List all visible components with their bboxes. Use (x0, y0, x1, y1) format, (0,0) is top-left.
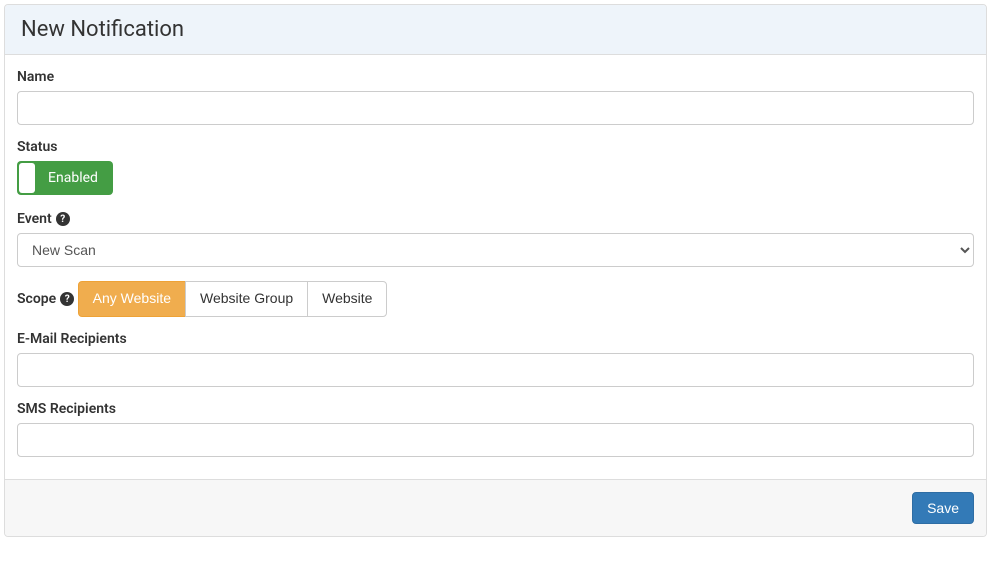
event-select[interactable]: New Scan (17, 233, 974, 267)
email-label: E-Mail Recipients (17, 331, 974, 347)
scope-group: Scope ? Any Website Website Group Websit… (17, 281, 974, 317)
email-input[interactable] (17, 353, 974, 387)
toggle-handle (19, 163, 35, 193)
scope-label-row: Scope ? (17, 291, 74, 307)
toggle-enabled-label: Enabled (37, 170, 113, 186)
sms-label: SMS Recipients (17, 401, 974, 417)
name-label: Name (17, 69, 974, 85)
event-group: Event ? New Scan (17, 211, 974, 267)
event-label-row: Event ? (17, 211, 70, 227)
email-group: E-Mail Recipients (17, 331, 974, 387)
panel-body: Name Status Enabled Event ? New Scan Sco… (5, 55, 986, 479)
name-input[interactable] (17, 91, 974, 125)
name-group: Name (17, 69, 974, 125)
status-toggle[interactable]: Enabled (17, 161, 113, 195)
scope-website-group-button[interactable]: Website Group (185, 281, 308, 317)
sms-group: SMS Recipients (17, 401, 974, 457)
event-label: Event (17, 211, 52, 227)
sms-input[interactable] (17, 423, 974, 457)
scope-any-website-button[interactable]: Any Website (78, 281, 186, 317)
panel-footer: Save (5, 479, 986, 536)
help-icon[interactable]: ? (56, 212, 70, 226)
panel-header: New Notification (5, 5, 986, 55)
notification-panel: New Notification Name Status Enabled Eve… (4, 4, 987, 537)
scope-button-group: Any Website Website Group Website (78, 281, 388, 317)
page-title: New Notification (21, 17, 970, 42)
status-label: Status (17, 139, 974, 155)
help-icon[interactable]: ? (60, 292, 74, 306)
scope-website-button[interactable]: Website (307, 281, 387, 317)
scope-label: Scope (17, 291, 56, 307)
status-group: Status Enabled (17, 139, 974, 197)
save-button[interactable]: Save (912, 492, 974, 524)
